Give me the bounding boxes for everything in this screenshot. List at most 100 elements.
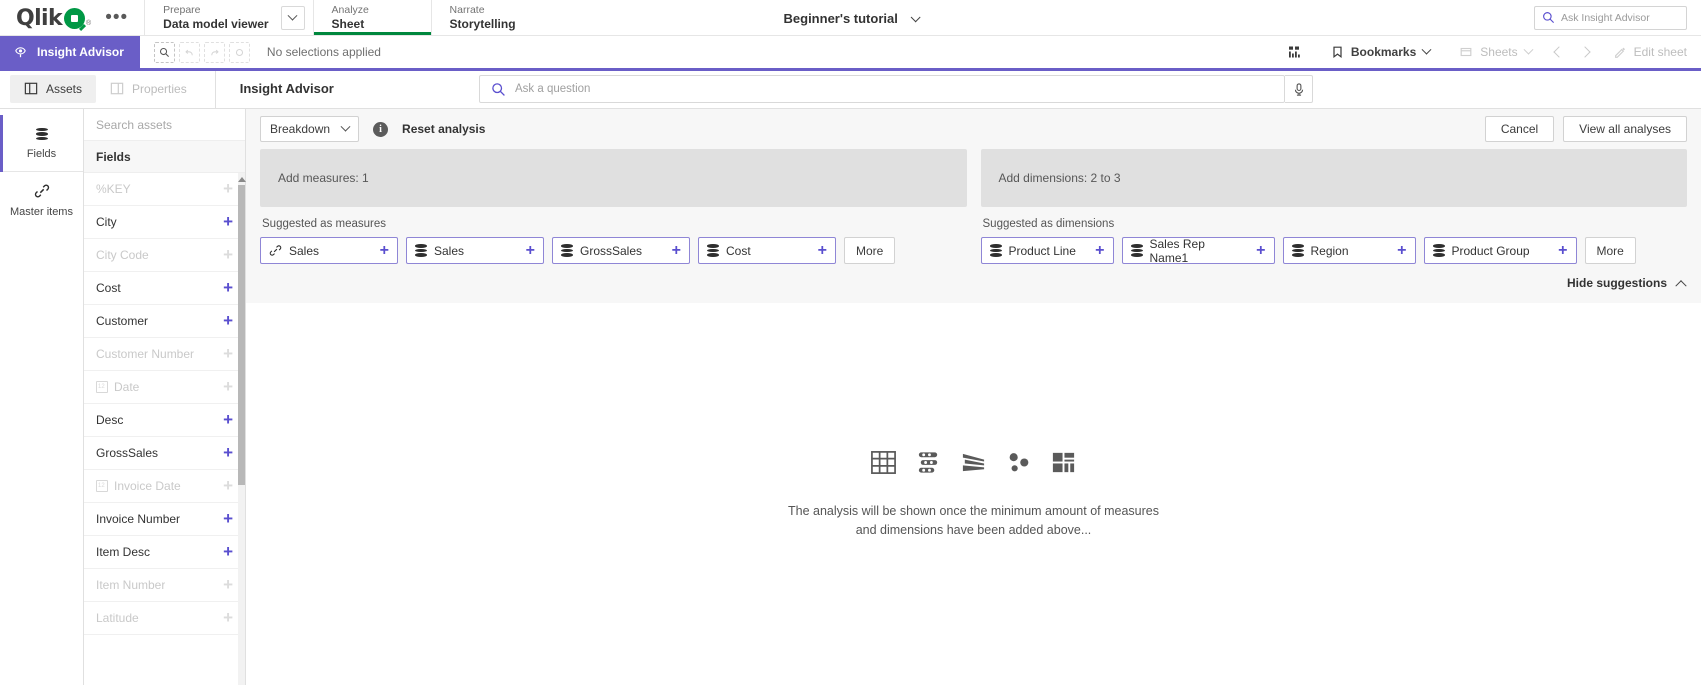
add-suggestion-button[interactable]: + <box>1558 243 1567 259</box>
field-row[interactable]: Invoice Number + <box>84 503 245 536</box>
add-suggestion-button[interactable]: + <box>818 243 827 259</box>
field-row[interactable]: Invoice Date + <box>84 470 245 503</box>
selection-search-icon[interactable] <box>153 41 175 63</box>
search-assets-input[interactable]: Search assets <box>84 109 245 141</box>
asset-rail: Fields Master items <box>0 109 84 685</box>
rail-item-master-items[interactable]: Master items <box>0 172 83 229</box>
chip-label: Cost <box>726 243 751 258</box>
add-field-button[interactable]: + <box>223 411 233 428</box>
field-left: Item Desc <box>96 545 150 559</box>
field-row[interactable]: Customer + <box>84 305 245 338</box>
field-row[interactable]: Item Desc + <box>84 536 245 569</box>
database-icon <box>35 127 48 141</box>
info-icon[interactable]: i <box>373 121 389 137</box>
document-title[interactable]: Beginner's tutorial <box>784 11 922 26</box>
breakdown-dropdown[interactable]: Breakdown <box>260 116 360 142</box>
rail-item-fields[interactable]: Fields <box>0 115 83 172</box>
suggestion-chip[interactable]: Sales + <box>406 237 544 264</box>
suggestion-chip[interactable]: Cost + <box>698 237 836 264</box>
add-field-button[interactable]: + <box>223 444 233 461</box>
field-name: Desc <box>96 413 124 427</box>
add-suggestion-button[interactable]: + <box>672 243 681 259</box>
qlik-logo[interactable]: Qlik ® <box>16 6 91 31</box>
more-suggestions-button[interactable]: More <box>1584 237 1636 264</box>
add-field-button[interactable]: + <box>223 180 233 197</box>
insight-advisor-badge[interactable]: Insight Advisor <box>0 36 140 68</box>
empty-state-text: The analysis will be shown once the mini… <box>788 502 1159 540</box>
add-field-button[interactable]: + <box>223 378 233 395</box>
ask-question-input[interactable]: Ask a question <box>479 75 1285 103</box>
topbar-right: Ask Insight Advisor <box>1534 0 1701 35</box>
link-icon <box>269 245 282 256</box>
scroll-up-button[interactable] <box>237 173 246 185</box>
tab-assets-label: Assets <box>46 81 83 96</box>
field-list[interactable]: %KEY + City + City Code + Cost + Customer + Custom… <box>84 173 245 685</box>
field-row[interactable]: Customer Number + <box>84 338 245 371</box>
field-row[interactable]: Latitude + <box>84 602 245 635</box>
assets-group-header[interactable]: Fields <box>84 141 245 173</box>
prepare-dropdown-button[interactable] <box>280 6 305 30</box>
reset-analysis-button[interactable]: Reset analysis <box>402 122 485 136</box>
add-field-button[interactable]: + <box>223 312 233 329</box>
add-field-button[interactable]: + <box>223 246 233 263</box>
chevron-right-icon <box>1578 46 1591 58</box>
nav-kicker-prepare: Prepare <box>163 4 201 16</box>
edit-sheet-button: Edit sheet <box>1599 36 1701 69</box>
field-row[interactable]: %KEY + <box>84 173 245 206</box>
cancel-button[interactable]: Cancel <box>1484 116 1555 142</box>
add-field-button[interactable]: + <box>223 279 233 296</box>
add-suggestion-button[interactable]: + <box>1256 243 1265 259</box>
more-menu-icon[interactable]: ••• <box>103 8 130 27</box>
add-suggestion-button[interactable]: + <box>526 243 535 259</box>
table-chart-icon <box>871 450 896 474</box>
bookmarks-button[interactable]: Bookmarks <box>1317 36 1444 69</box>
field-left: Item Number <box>96 578 165 592</box>
nav-section-prepare[interactable]: Prepare Data model viewer <box>145 0 314 35</box>
field-row[interactable]: Date + <box>84 371 245 404</box>
add-suggestion-button[interactable]: + <box>380 243 389 259</box>
suggestion-chip[interactable]: Region + <box>1282 237 1416 264</box>
suggestion-chip[interactable]: Product Line + <box>980 237 1114 264</box>
suggestion-chip[interactable]: Product Group + <box>1423 237 1577 264</box>
add-field-button[interactable]: + <box>223 345 233 362</box>
voice-input-button[interactable] <box>1285 75 1313 103</box>
add-field-button[interactable]: + <box>223 609 233 626</box>
ask-insight-advisor-input[interactable]: Ask Insight Advisor <box>1534 5 1687 30</box>
add-field-button[interactable]: + <box>223 510 233 527</box>
field-left: %KEY <box>96 182 131 196</box>
field-row[interactable]: Cost + <box>84 272 245 305</box>
add-suggestion-button[interactable]: + <box>1397 243 1406 259</box>
field-row[interactable]: GrossSales + <box>84 437 245 470</box>
add-suggestion-button[interactable]: + <box>1095 243 1104 259</box>
assets-scrollbar[interactable] <box>237 173 246 685</box>
measures-column: Add measures: 1 Suggested as measures Sa… <box>260 149 967 264</box>
more-suggestions-button[interactable]: More <box>844 237 896 264</box>
add-field-button[interactable]: + <box>223 477 233 494</box>
view-all-analyses-button[interactable]: View all analyses <box>1563 116 1687 142</box>
tab-assets[interactable]: Assets <box>10 74 97 103</box>
chip-left: Product Line <box>989 244 1076 258</box>
measures-dropzone[interactable]: Add measures: 1 <box>260 149 967 207</box>
suggestion-chip[interactable]: Sales + <box>260 237 398 264</box>
suggestion-chip[interactable]: Sales Rep Name1 + <box>1121 237 1275 265</box>
funnel-chart-icon <box>962 453 985 471</box>
asset-properties-tabs: Assets Properties <box>0 69 201 109</box>
suggestion-chip[interactable]: GrossSales + <box>552 237 690 264</box>
field-row[interactable]: City Code + <box>84 239 245 272</box>
field-left: Desc <box>96 413 123 427</box>
hide-suggestions-toggle[interactable]: Hide suggestions <box>246 264 1701 292</box>
insight-advisor-badge-label: Insight Advisor <box>37 45 124 59</box>
rail-item-master-items-label: Master items <box>10 206 73 218</box>
nav-section-narrate[interactable]: Narrate Storytelling <box>432 0 550 35</box>
scrollbar-thumb[interactable] <box>238 185 245 485</box>
dimensions-dropzone[interactable]: Add dimensions: 2 to 3 <box>980 149 1687 207</box>
field-left: GrossSales <box>96 446 158 460</box>
field-row[interactable]: Desc + <box>84 404 245 437</box>
sheet-grid-button[interactable] <box>1272 36 1316 69</box>
add-field-button[interactable]: + <box>223 213 233 230</box>
field-row[interactable]: Item Number + <box>84 569 245 602</box>
nav-section-analyze[interactable]: Analyze Sheet <box>313 0 432 35</box>
add-field-button[interactable]: + <box>223 543 233 560</box>
add-field-button[interactable]: + <box>223 576 233 593</box>
field-row[interactable]: City + <box>84 206 245 239</box>
